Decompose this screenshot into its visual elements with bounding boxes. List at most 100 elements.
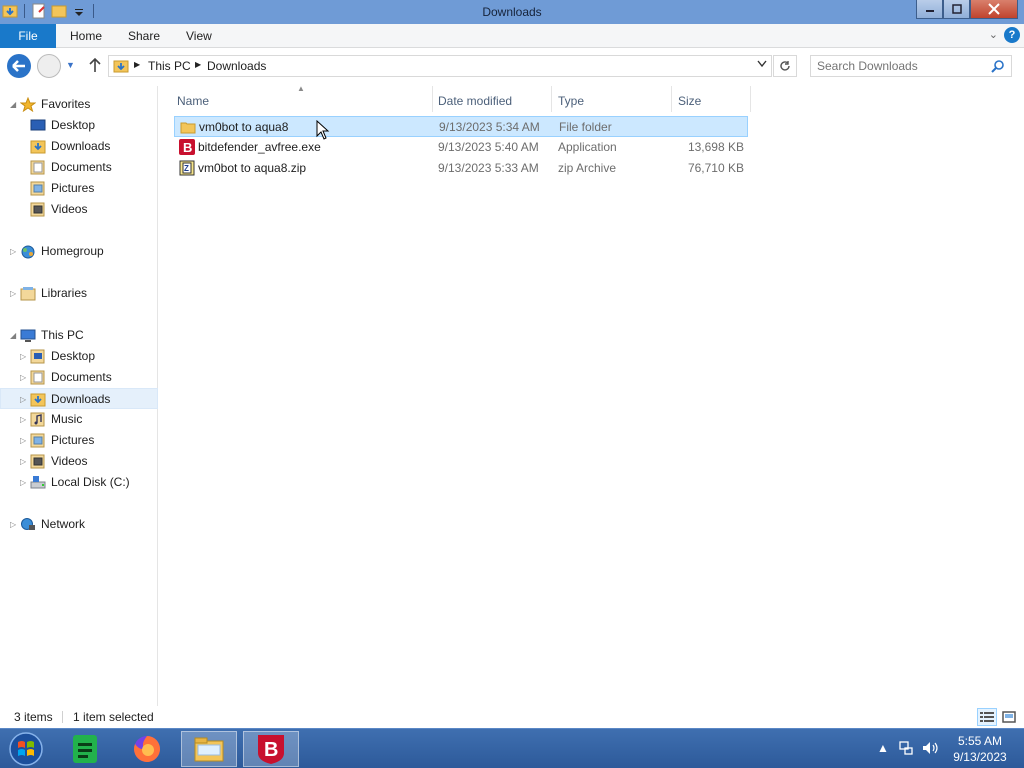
title-bar: Downloads	[0, 0, 1024, 24]
tab-home[interactable]: Home	[58, 24, 114, 48]
large-icons-view-button[interactable]	[999, 708, 1019, 726]
tree-homegroup[interactable]: ▷ Homegroup	[0, 241, 158, 262]
breadcrumb-this-pc[interactable]: This PC	[148, 59, 191, 73]
network-status-icon[interactable]	[898, 740, 914, 759]
details-view-button[interactable]	[977, 708, 997, 726]
column-divider[interactable]	[671, 86, 672, 112]
system-clock[interactable]: 5:55 AM 9/13/2023	[950, 733, 1010, 765]
sidebar-item-desktop[interactable]: Desktop	[0, 115, 158, 136]
mouse-cursor-icon	[316, 119, 330, 143]
tab-share[interactable]: Share	[116, 24, 172, 48]
file-row[interactable]: Z vm0bot to aqua8.zip 9/13/2023 5:33 AM …	[174, 158, 748, 179]
taskbar: B ▲ 5:55 AM 9/13/2023	[0, 728, 1024, 768]
expand-arrow-icon[interactable]: ▷	[20, 389, 26, 410]
sidebar-item-pictures[interactable]: Pictures	[0, 178, 158, 199]
svg-text:B: B	[264, 739, 278, 761]
tree-label: Desktop	[51, 118, 96, 132]
close-button[interactable]	[970, 0, 1018, 19]
volume-icon[interactable]	[921, 740, 939, 759]
details-view-icon	[980, 712, 994, 722]
search-box[interactable]	[810, 55, 1012, 77]
tree-libraries[interactable]: ▷ Libraries	[0, 283, 158, 304]
sidebar-item-documents[interactable]: Documents	[0, 157, 158, 178]
breadcrumb-downloads[interactable]: Downloads	[207, 59, 266, 73]
tree-label: Libraries	[41, 286, 88, 300]
drive-icon	[30, 475, 46, 490]
taskbar-sheets-app[interactable]	[57, 731, 113, 767]
tree-label: Music	[51, 412, 83, 426]
star-icon	[19, 96, 37, 113]
column-divider[interactable]	[750, 86, 751, 112]
back-button[interactable]	[7, 54, 31, 78]
search-icon[interactable]	[991, 59, 1005, 76]
back-arrow-icon	[12, 60, 25, 72]
network-icon	[20, 517, 36, 532]
sort-ascending-icon: ▲	[297, 84, 305, 93]
sidebar-item-pc-downloads[interactable]: ▷ Downloads	[0, 388, 158, 409]
column-header-name[interactable]: Name	[177, 90, 209, 112]
taskbar-firefox[interactable]	[119, 731, 175, 767]
tree-label: Pictures	[51, 433, 95, 447]
refresh-icon	[780, 61, 790, 71]
expand-arrow-icon[interactable]: ▷	[20, 451, 26, 472]
sidebar-item-pc-videos[interactable]: ▷ Videos	[0, 451, 158, 472]
breadcrumb-separator-icon[interactable]: ▶	[195, 60, 201, 69]
help-icon[interactable]: ?	[1004, 27, 1020, 43]
expand-arrow-icon[interactable]: ▷	[10, 241, 16, 262]
restore-button[interactable]	[943, 0, 970, 19]
expand-arrow-icon[interactable]: ▷	[20, 409, 26, 430]
column-header-size[interactable]: Size	[678, 90, 701, 112]
address-bar[interactable]: ▶ This PC ▶ Downloads	[108, 55, 772, 77]
sidebar-item-downloads[interactable]: Downloads	[0, 136, 158, 157]
column-divider[interactable]	[551, 86, 552, 112]
expand-arrow-icon[interactable]: ▷	[10, 514, 16, 535]
tab-file[interactable]: File	[0, 24, 56, 48]
expand-arrow-icon[interactable]: ▷	[10, 283, 16, 304]
tree-this-pc[interactable]: ◢ This PC	[0, 325, 158, 346]
tree-label: This PC	[41, 328, 84, 342]
file-row[interactable]: B bitdefender_avfree.exe 9/13/2023 5:40 …	[174, 137, 748, 158]
expand-arrow-icon[interactable]: ▷	[20, 367, 26, 388]
tree-label: Downloads	[51, 392, 111, 406]
sidebar-item-pc-music[interactable]: ▷ Music	[0, 409, 158, 430]
refresh-button[interactable]	[773, 55, 797, 77]
recent-locations-icon[interactable]: ▼	[66, 60, 75, 70]
expand-ribbon-icon[interactable]: ⌄	[989, 28, 998, 41]
sidebar-item-pc-desktop[interactable]: ▷ Desktop	[0, 346, 158, 367]
expand-arrow-icon[interactable]: ▷	[20, 430, 26, 451]
show-hidden-icons-icon[interactable]: ▲	[877, 741, 889, 755]
search-input[interactable]	[817, 59, 987, 73]
file-explorer-icon	[194, 737, 224, 762]
expand-arrow-icon[interactable]: ▷	[20, 472, 26, 493]
tree-label: Local Disk (C:)	[51, 475, 130, 489]
column-header-date[interactable]: Date modified	[438, 90, 512, 112]
up-button[interactable]	[88, 57, 102, 77]
tree-label: Pictures	[51, 181, 95, 195]
minimize-button[interactable]	[916, 0, 943, 19]
large-icons-view-icon	[1002, 711, 1016, 723]
sidebar-item-videos[interactable]: Videos	[0, 199, 158, 220]
selection-count: 1 item selected	[73, 710, 154, 724]
file-row[interactable]: vm0bot to aqua8 9/13/2023 5:34 AM File f…	[174, 116, 748, 137]
expand-arrow-icon[interactable]: ▷	[20, 346, 26, 367]
tree-network[interactable]: ▷ Network	[0, 514, 158, 535]
tree-label: Documents	[51, 160, 112, 174]
collapse-arrow-icon[interactable]: ◢	[10, 94, 16, 115]
tree-favorites[interactable]: ◢ Favorites	[0, 94, 158, 115]
forward-button[interactable]	[37, 54, 61, 78]
sidebar-item-pc-documents[interactable]: ▷ Documents	[0, 367, 158, 388]
taskbar-file-explorer[interactable]	[181, 731, 237, 767]
column-header-type[interactable]: Type	[558, 90, 584, 112]
file-date: 9/13/2023 5:40 AM	[438, 140, 539, 154]
sidebar-item-local-disk[interactable]: ▷ Local Disk (C:)	[0, 472, 158, 493]
breadcrumb-separator-icon[interactable]: ▶	[134, 60, 140, 69]
column-divider[interactable]	[432, 86, 433, 112]
tab-view[interactable]: View	[174, 24, 224, 48]
collapse-arrow-icon[interactable]: ◢	[10, 325, 16, 346]
item-count: 3 items	[14, 710, 53, 724]
sidebar-item-pc-pictures[interactable]: ▷ Pictures	[0, 430, 158, 451]
start-button[interactable]	[4, 730, 48, 768]
bitdefender-icon: B	[179, 139, 195, 155]
taskbar-bitdefender[interactable]: B	[243, 731, 299, 767]
address-dropdown-icon[interactable]	[757, 60, 767, 70]
